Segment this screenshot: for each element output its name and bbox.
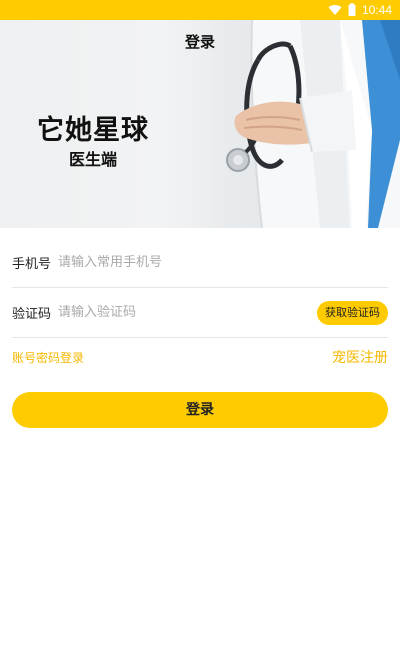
page-title: 登录 <box>184 33 215 51</box>
code-input[interactable] <box>58 305 317 320</box>
login-button[interactable]: 登录 <box>12 392 388 428</box>
app-name: 它她星球 <box>37 115 149 146</box>
wifi-icon <box>328 1 342 20</box>
phone-label: 手机号 <box>12 257 52 272</box>
battery-icon <box>348 1 356 20</box>
get-code-button[interactable]: 获取验证码 <box>317 300 388 325</box>
status-bar: 10:44 <box>0 0 400 20</box>
password-login-link[interactable]: 账号密码登录 <box>12 349 84 366</box>
code-row: 验证码 获取验证码 <box>12 288 388 338</box>
link-row: 账号密码登录 宠医注册 <box>12 344 388 370</box>
code-label: 验证码 <box>12 307 52 322</box>
register-link[interactable]: 宠医注册 <box>332 347 388 367</box>
hero-banner: 登录 它她星球 医生端 <box>0 20 400 228</box>
status-icons: 10:44 <box>328 0 392 20</box>
status-time: 10:44 <box>361 3 392 17</box>
phone-input[interactable] <box>58 255 388 270</box>
phone-row: 手机号 <box>12 238 388 288</box>
app-subtitle: 医生端 <box>68 150 117 169</box>
